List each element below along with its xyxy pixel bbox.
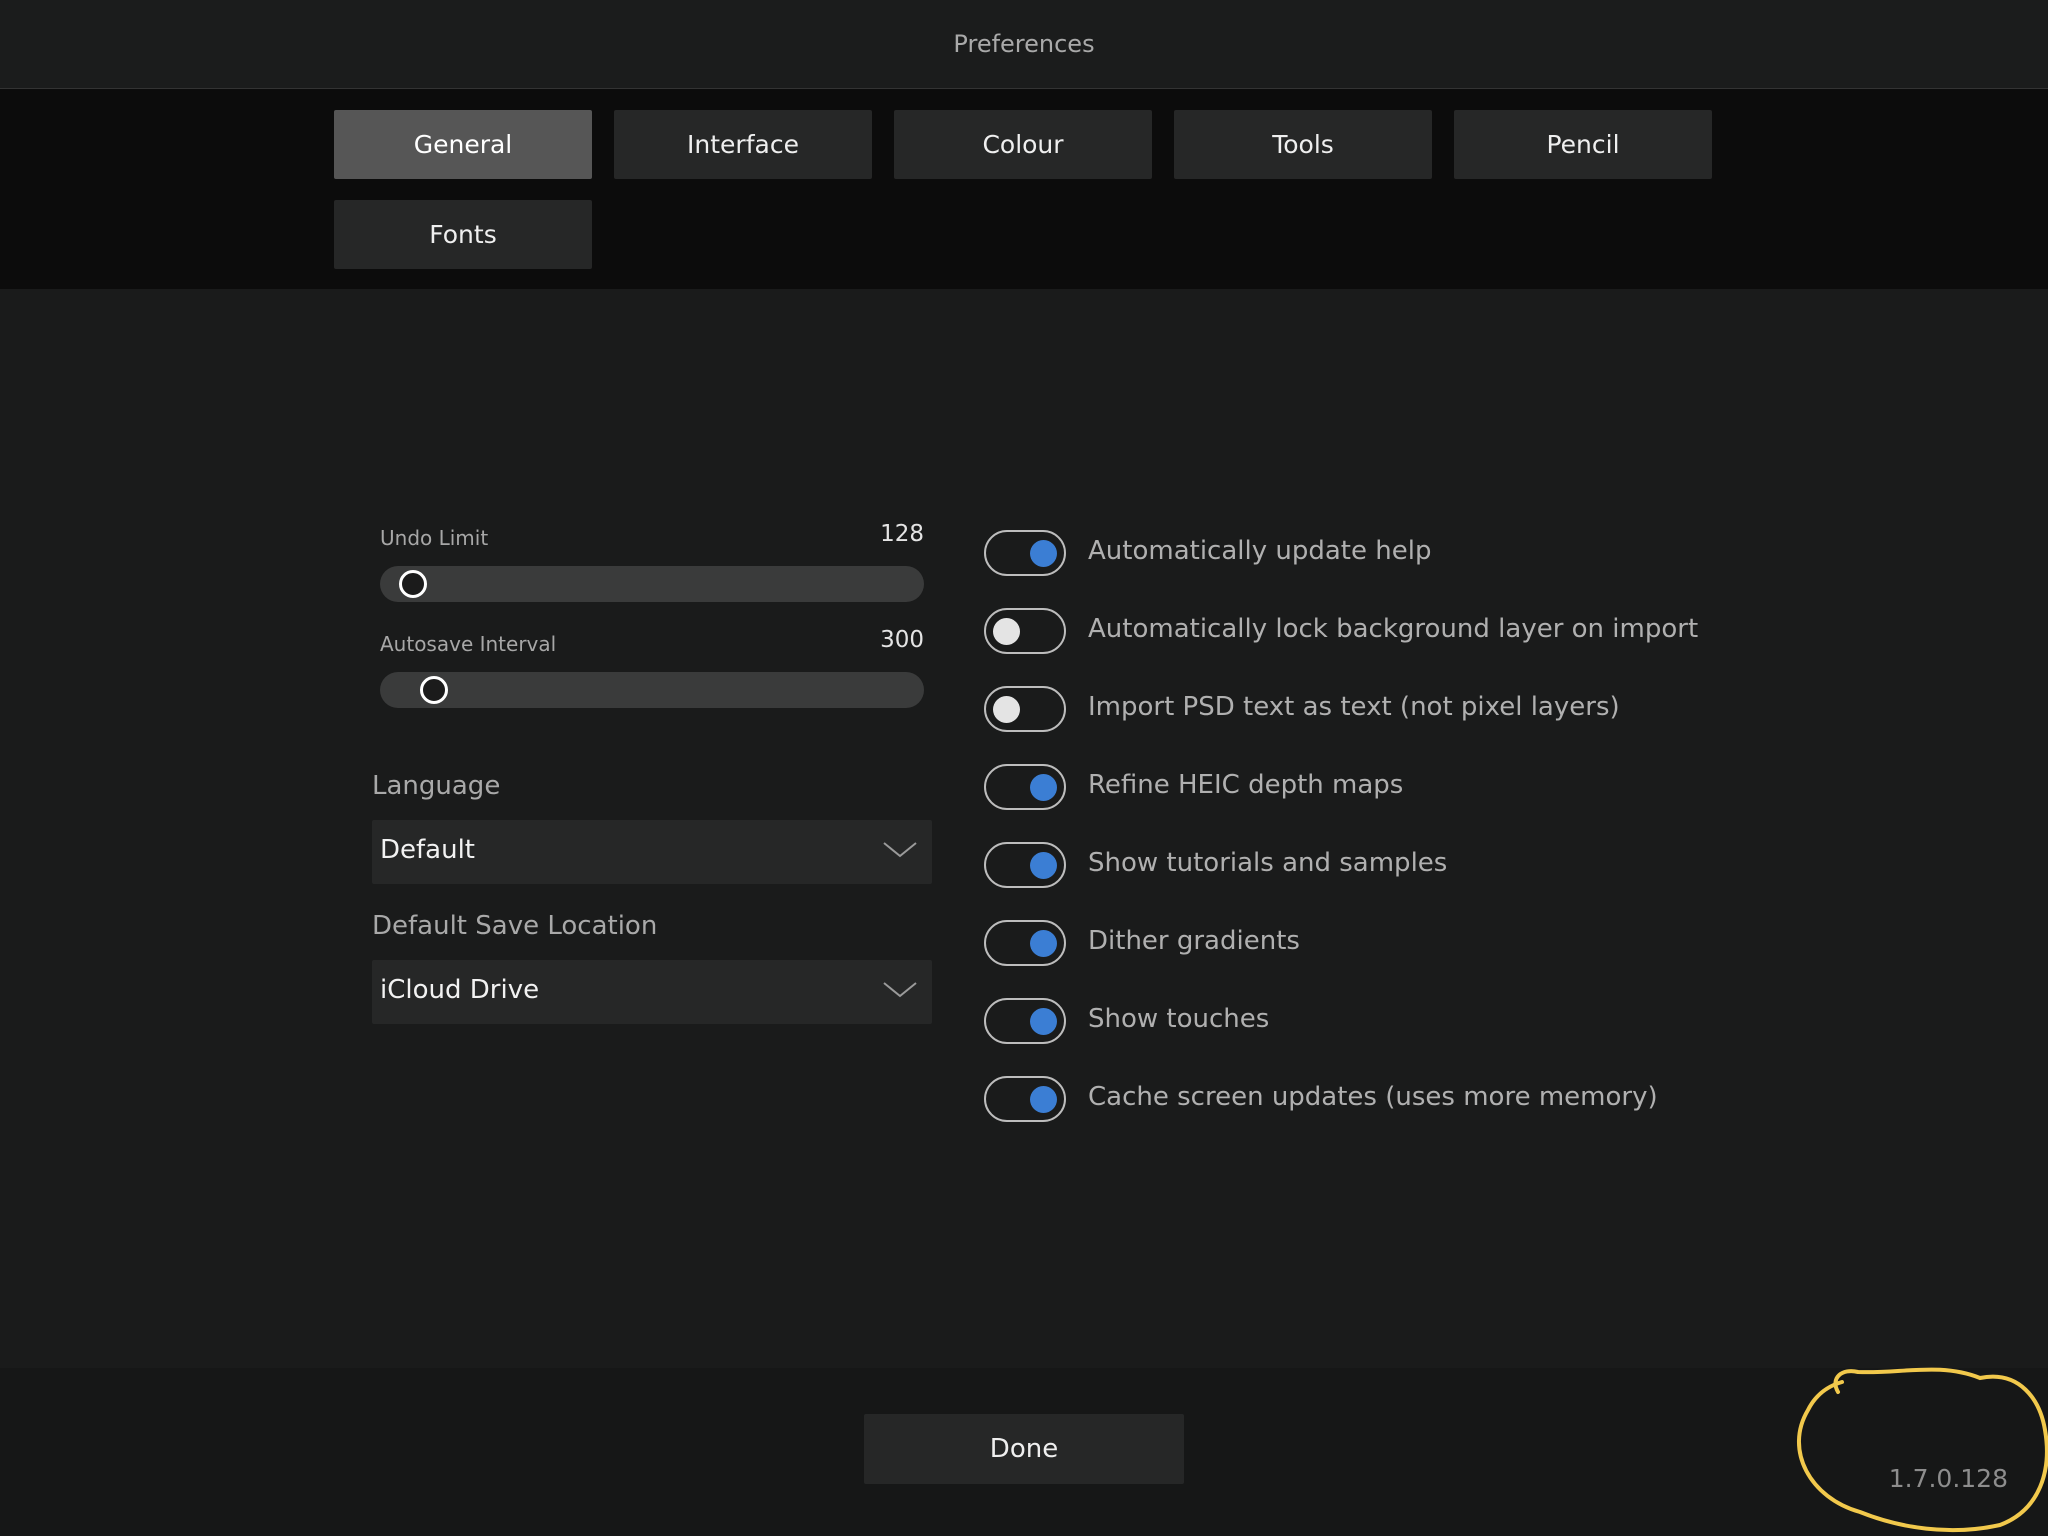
lock-background-toggle[interactable] [984,608,1066,654]
undo-limit-slider[interactable] [380,566,924,602]
save-location-label: Default Save Location [372,911,658,941]
highlight-annotation-circle [1797,1367,2048,1533]
auto-update-help-label: Automatically update help [1088,536,1432,566]
undo-limit-value: 128 [880,521,924,547]
language-selected-value: Default [380,835,475,865]
save-location-select[interactable]: iCloud Drive [372,960,932,1024]
done-button[interactable]: Done [864,1414,1184,1484]
tab-tools[interactable]: Tools [1174,110,1432,179]
title-bar: Preferences [0,0,2048,89]
chevron-down-icon [883,982,917,998]
undo-limit-slider-thumb[interactable] [398,570,427,598]
show-tutorials-toggle[interactable] [984,842,1066,888]
undo-limit-label: Undo Limit [380,526,489,550]
dither-gradients-toggle[interactable] [984,920,1066,966]
save-location-selected-value: iCloud Drive [380,975,540,1005]
toggle-knob [1030,930,1057,957]
tab-general[interactable]: General [334,110,592,179]
show-tutorials-label: Show tutorials and samples [1088,848,1448,878]
tab-bar: General Interface Colour Tools Pencil Fo… [0,89,2048,289]
autosave-interval-slider-thumb[interactable] [420,676,449,704]
toggle-knob [1030,1086,1057,1113]
toggle-knob [1030,774,1057,801]
refine-heic-label: Refine HEIC depth maps [1088,770,1404,800]
tab-colour[interactable]: Colour [894,110,1152,179]
toggle-knob [1030,852,1057,879]
cache-screen-updates-toggle[interactable] [984,1076,1066,1122]
window-title: Preferences [953,30,1095,58]
tab-pencil[interactable]: Pencil [1454,110,1712,179]
toggle-knob [993,696,1020,723]
language-label: Language [372,771,501,801]
autosave-interval-slider[interactable] [380,672,924,708]
dither-gradients-label: Dither gradients [1088,926,1300,956]
import-psd-text-label: Import PSD text as text (not pixel layer… [1088,692,1620,722]
cache-screen-updates-label: Cache screen updates (uses more memory) [1088,1082,1658,1112]
show-touches-label: Show touches [1088,1004,1270,1034]
toggle-knob [1030,540,1057,567]
tab-interface[interactable]: Interface [614,110,872,179]
auto-update-help-toggle[interactable] [984,530,1066,576]
autosave-interval-value: 300 [880,627,924,653]
toggle-knob [1030,1008,1057,1035]
language-select[interactable]: Default [372,820,932,884]
import-psd-text-toggle[interactable] [984,686,1066,732]
tab-fonts[interactable]: Fonts [334,200,592,269]
show-touches-toggle[interactable] [984,998,1066,1044]
lock-background-label: Automatically lock background layer on i… [1088,614,1699,644]
chevron-down-icon [883,842,917,858]
toggle-knob [993,618,1020,645]
refine-heic-toggle[interactable] [984,764,1066,810]
autosave-interval-label: Autosave Interval [380,632,557,656]
